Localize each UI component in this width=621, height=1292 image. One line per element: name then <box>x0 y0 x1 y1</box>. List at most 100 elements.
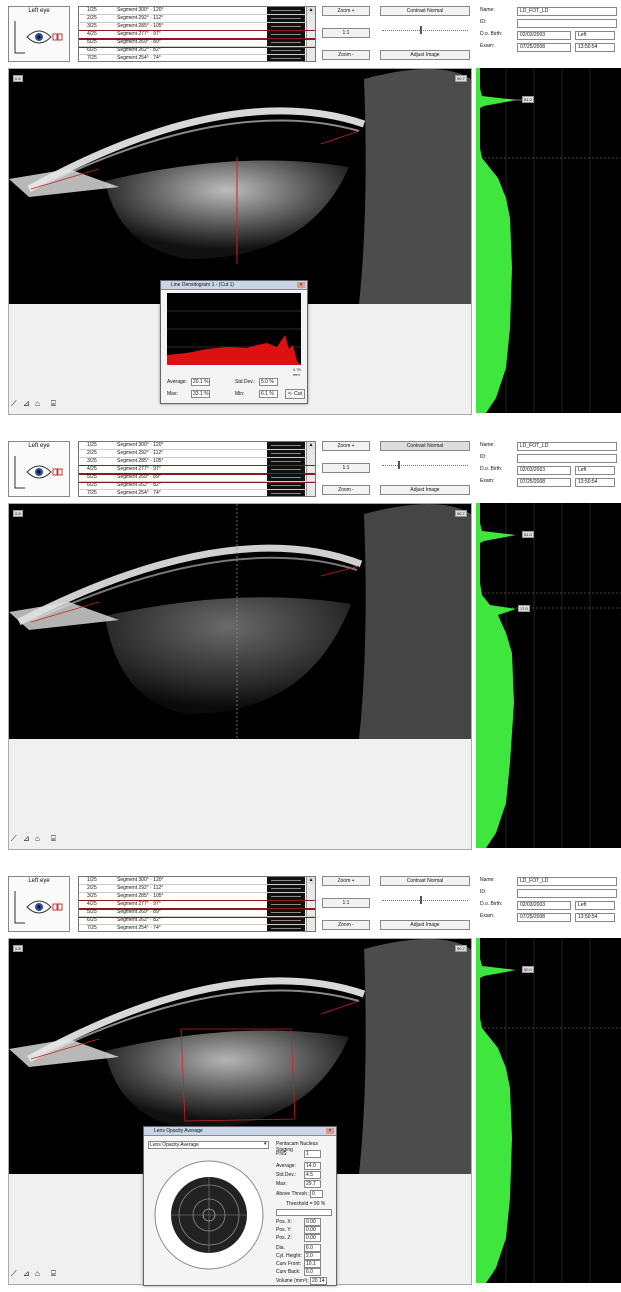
area-tool-icon[interactable]: ⌂ <box>35 834 40 843</box>
cylinder-tool-icon[interactable]: ⌸ <box>51 399 56 409</box>
eye-selector[interactable]: Left eye <box>8 876 70 932</box>
segment-row[interactable]: 3/25 Segment 285° · 105° <box>79 458 315 466</box>
dob-field[interactable]: 02/03/2003 <box>517 466 571 475</box>
line-tool-icon[interactable]: ⟋ <box>11 399 17 409</box>
segment-row[interactable]: 7/25 Segment 254° · 74° <box>79 490 315 496</box>
eye-selector[interactable]: Left eye <box>8 6 70 62</box>
area-tool-icon[interactable]: ⌂ <box>35 1269 40 1278</box>
segment-row[interactable]: 6/25 Segment 262° · 82° <box>79 917 315 925</box>
side-field[interactable]: Left <box>575 901 615 910</box>
zoom-out-button[interactable]: Zoom - <box>322 920 370 930</box>
pos-y-field[interactable]: 0.00 <box>304 1226 321 1234</box>
side-field[interactable]: Left <box>575 31 615 40</box>
line-tool-icon[interactable]: ⟋ <box>11 1269 17 1279</box>
cylinder-tool-icon[interactable]: ⌸ <box>51 1269 56 1279</box>
patient-id-field[interactable] <box>517 19 617 28</box>
patient-id-field[interactable] <box>517 454 617 463</box>
dob-field[interactable]: 02/03/2003 <box>517 901 571 910</box>
angle-tool-icon[interactable]: ⊿ <box>23 834 30 843</box>
exam-time-field[interactable]: 13:50:54 <box>575 913 615 922</box>
zoom-out-button[interactable]: Zoom - <box>322 50 370 60</box>
zoom-in-button[interactable]: Zoom + <box>322 6 370 16</box>
area-tool-icon[interactable]: ⌂ <box>35 399 40 408</box>
line-tool-icon[interactable]: ⟋ <box>11 834 17 844</box>
segment-row[interactable]: 7/25 Segment 254° · 74° <box>79 55 315 61</box>
segment-row[interactable]: 3/25 Segment 285° · 105° <box>79 893 315 901</box>
scheimpflug-image[interactable]: 0.8 90.7 <box>9 69 471 304</box>
scheimpflug-view[interactable]: 0.8 90.7 ⟋ ⊿ ⌂ ⌸ <box>8 503 472 850</box>
segment-list[interactable]: 1/25 Segment 300° · 120° 2/25 Segment 292°… <box>78 6 316 62</box>
zoom-in-button[interactable]: Zoom + <box>322 441 370 451</box>
adjust-image-button[interactable]: Adjust Image <box>380 485 470 495</box>
contrast-slider[interactable] <box>382 900 468 902</box>
curv-front-field[interactable]: 10.1 <box>304 1260 321 1268</box>
contrast-normal-button[interactable]: Contrast Normal <box>380 441 470 451</box>
diameter-field[interactable]: 6.0 <box>304 1244 321 1252</box>
segment-row[interactable]: 5/25 Segment 269° · 89° <box>79 38 315 48</box>
patient-name-field[interactable]: LD_FOT_LD <box>517 877 617 886</box>
scheimpflug-image[interactable]: 0.8 90.7 <box>9 504 471 739</box>
segment-row[interactable]: 5/25 Segment 269° · 89° <box>79 473 315 483</box>
one-to-one-button[interactable]: 1:1 <box>322 898 370 908</box>
segment-row-selected[interactable]: 4/25 Segment 277° · 97° <box>79 900 315 910</box>
zoom-in-button[interactable]: Zoom + <box>322 876 370 886</box>
contrast-slider[interactable] <box>382 30 468 32</box>
cut-button[interactable]: <- Cut <box>285 389 305 399</box>
angle-tool-icon[interactable]: ⊿ <box>23 1269 30 1278</box>
contrast-normal-button[interactable]: Contrast Normal <box>380 876 470 886</box>
contrast-slider-knob[interactable] <box>420 26 422 34</box>
dob-field[interactable]: 02/03/2003 <box>517 31 571 40</box>
segment-row[interactable]: 5/25 Segment 269° · 89° <box>79 908 315 918</box>
zoom-out-button[interactable]: Zoom - <box>322 485 370 495</box>
one-to-one-button[interactable]: 1:1 <box>322 463 370 473</box>
threshold-slider[interactable] <box>276 1209 332 1216</box>
exam-date-field[interactable]: 07/25/2008 <box>517 913 571 922</box>
segment-row[interactable]: 7/25 Segment 254° · 74° <box>79 925 315 931</box>
adjust-image-button[interactable]: Adjust Image <box>380 50 470 60</box>
segment-list[interactable]: 1/25 Segment 300° · 120° 2/25 Segment 292°… <box>78 876 316 932</box>
scroll-up-icon[interactable]: ▲ <box>307 7 315 14</box>
pos-x-field[interactable]: 0.00 <box>304 1218 321 1226</box>
close-icon[interactable]: × <box>326 1128 334 1134</box>
segment-row[interactable]: 2/25 Segment 292° · 112° <box>79 885 315 893</box>
segment-row[interactable]: 2/25 Segment 292° · 112° <box>79 15 315 23</box>
close-icon[interactable]: × <box>297 282 305 288</box>
exam-time-field[interactable]: 13:50:54 <box>575 478 615 487</box>
segment-row[interactable]: 1/25 Segment 300° · 120° <box>79 442 315 450</box>
side-field[interactable]: Left <box>575 466 615 475</box>
chevron-down-icon[interactable]: ▾ <box>264 1141 267 1147</box>
exam-date-field[interactable]: 07/25/2008 <box>517 43 571 52</box>
exam-time-field[interactable]: 13:50:54 <box>575 43 615 52</box>
cylinder-tool-icon[interactable]: ⌸ <box>51 834 56 844</box>
cyl-height-field[interactable]: 2.0 <box>304 1252 321 1260</box>
patient-id-field[interactable] <box>517 889 617 898</box>
segment-list[interactable]: 1/25 Segment 300° · 120° 2/25 Segment 292°… <box>78 441 316 497</box>
segment-row-selected[interactable]: 4/25 Segment 277° · 97° <box>79 465 315 475</box>
opacity-mode-dropdown[interactable]: Lens Opacity Average <box>148 1141 269 1149</box>
pns-window[interactable]: Lens Opacity Average × Lens Opacity Aver… <box>143 1126 337 1286</box>
contrast-normal-button[interactable]: Contrast Normal <box>380 6 470 16</box>
segment-row-selected[interactable]: 4/25 Segment 277° · 97° <box>79 30 315 40</box>
scroll-up-icon[interactable]: ▲ <box>307 877 315 884</box>
contrast-slider-knob[interactable] <box>420 896 422 904</box>
segment-row[interactable]: 3/25 Segment 285° · 105° <box>79 23 315 31</box>
segment-row[interactable]: 6/25 Segment 262° · 82° <box>79 482 315 490</box>
contrast-slider-knob[interactable] <box>398 461 400 469</box>
curv-back-field[interactable]: 6.0 <box>304 1268 321 1276</box>
eye-selector[interactable]: Left eye <box>8 441 70 497</box>
scroll-up-icon[interactable]: ▲ <box>307 442 315 449</box>
angle-tool-icon[interactable]: ⊿ <box>23 399 30 408</box>
patient-name-field[interactable]: LD_FOT_LD <box>517 7 617 16</box>
contrast-slider[interactable] <box>382 465 468 467</box>
one-to-one-button[interactable]: 1:1 <box>322 28 370 38</box>
exam-date-field[interactable]: 07/25/2008 <box>517 478 571 487</box>
adjust-image-button[interactable]: Adjust Image <box>380 920 470 930</box>
line-densitogram-window[interactable]: Line Densitogram 1 - (Cut 1) × 0.75 mm A… <box>160 280 308 404</box>
segment-row[interactable]: 1/25 Segment 300° · 120° <box>79 7 315 15</box>
patient-name-field[interactable]: LD_FOT_LD <box>517 442 617 451</box>
segment-row[interactable]: 1/25 Segment 300° · 120° <box>79 877 315 885</box>
pos-z-field[interactable]: 0.00 <box>304 1234 321 1242</box>
segment-row[interactable]: 2/25 Segment 292° · 112° <box>79 450 315 458</box>
segment-row[interactable]: 6/25 Segment 262° · 82° <box>79 47 315 55</box>
panel-2: Left eye 1/25 Segment 300° · 120° 2/25 Seg… <box>0 435 621 855</box>
